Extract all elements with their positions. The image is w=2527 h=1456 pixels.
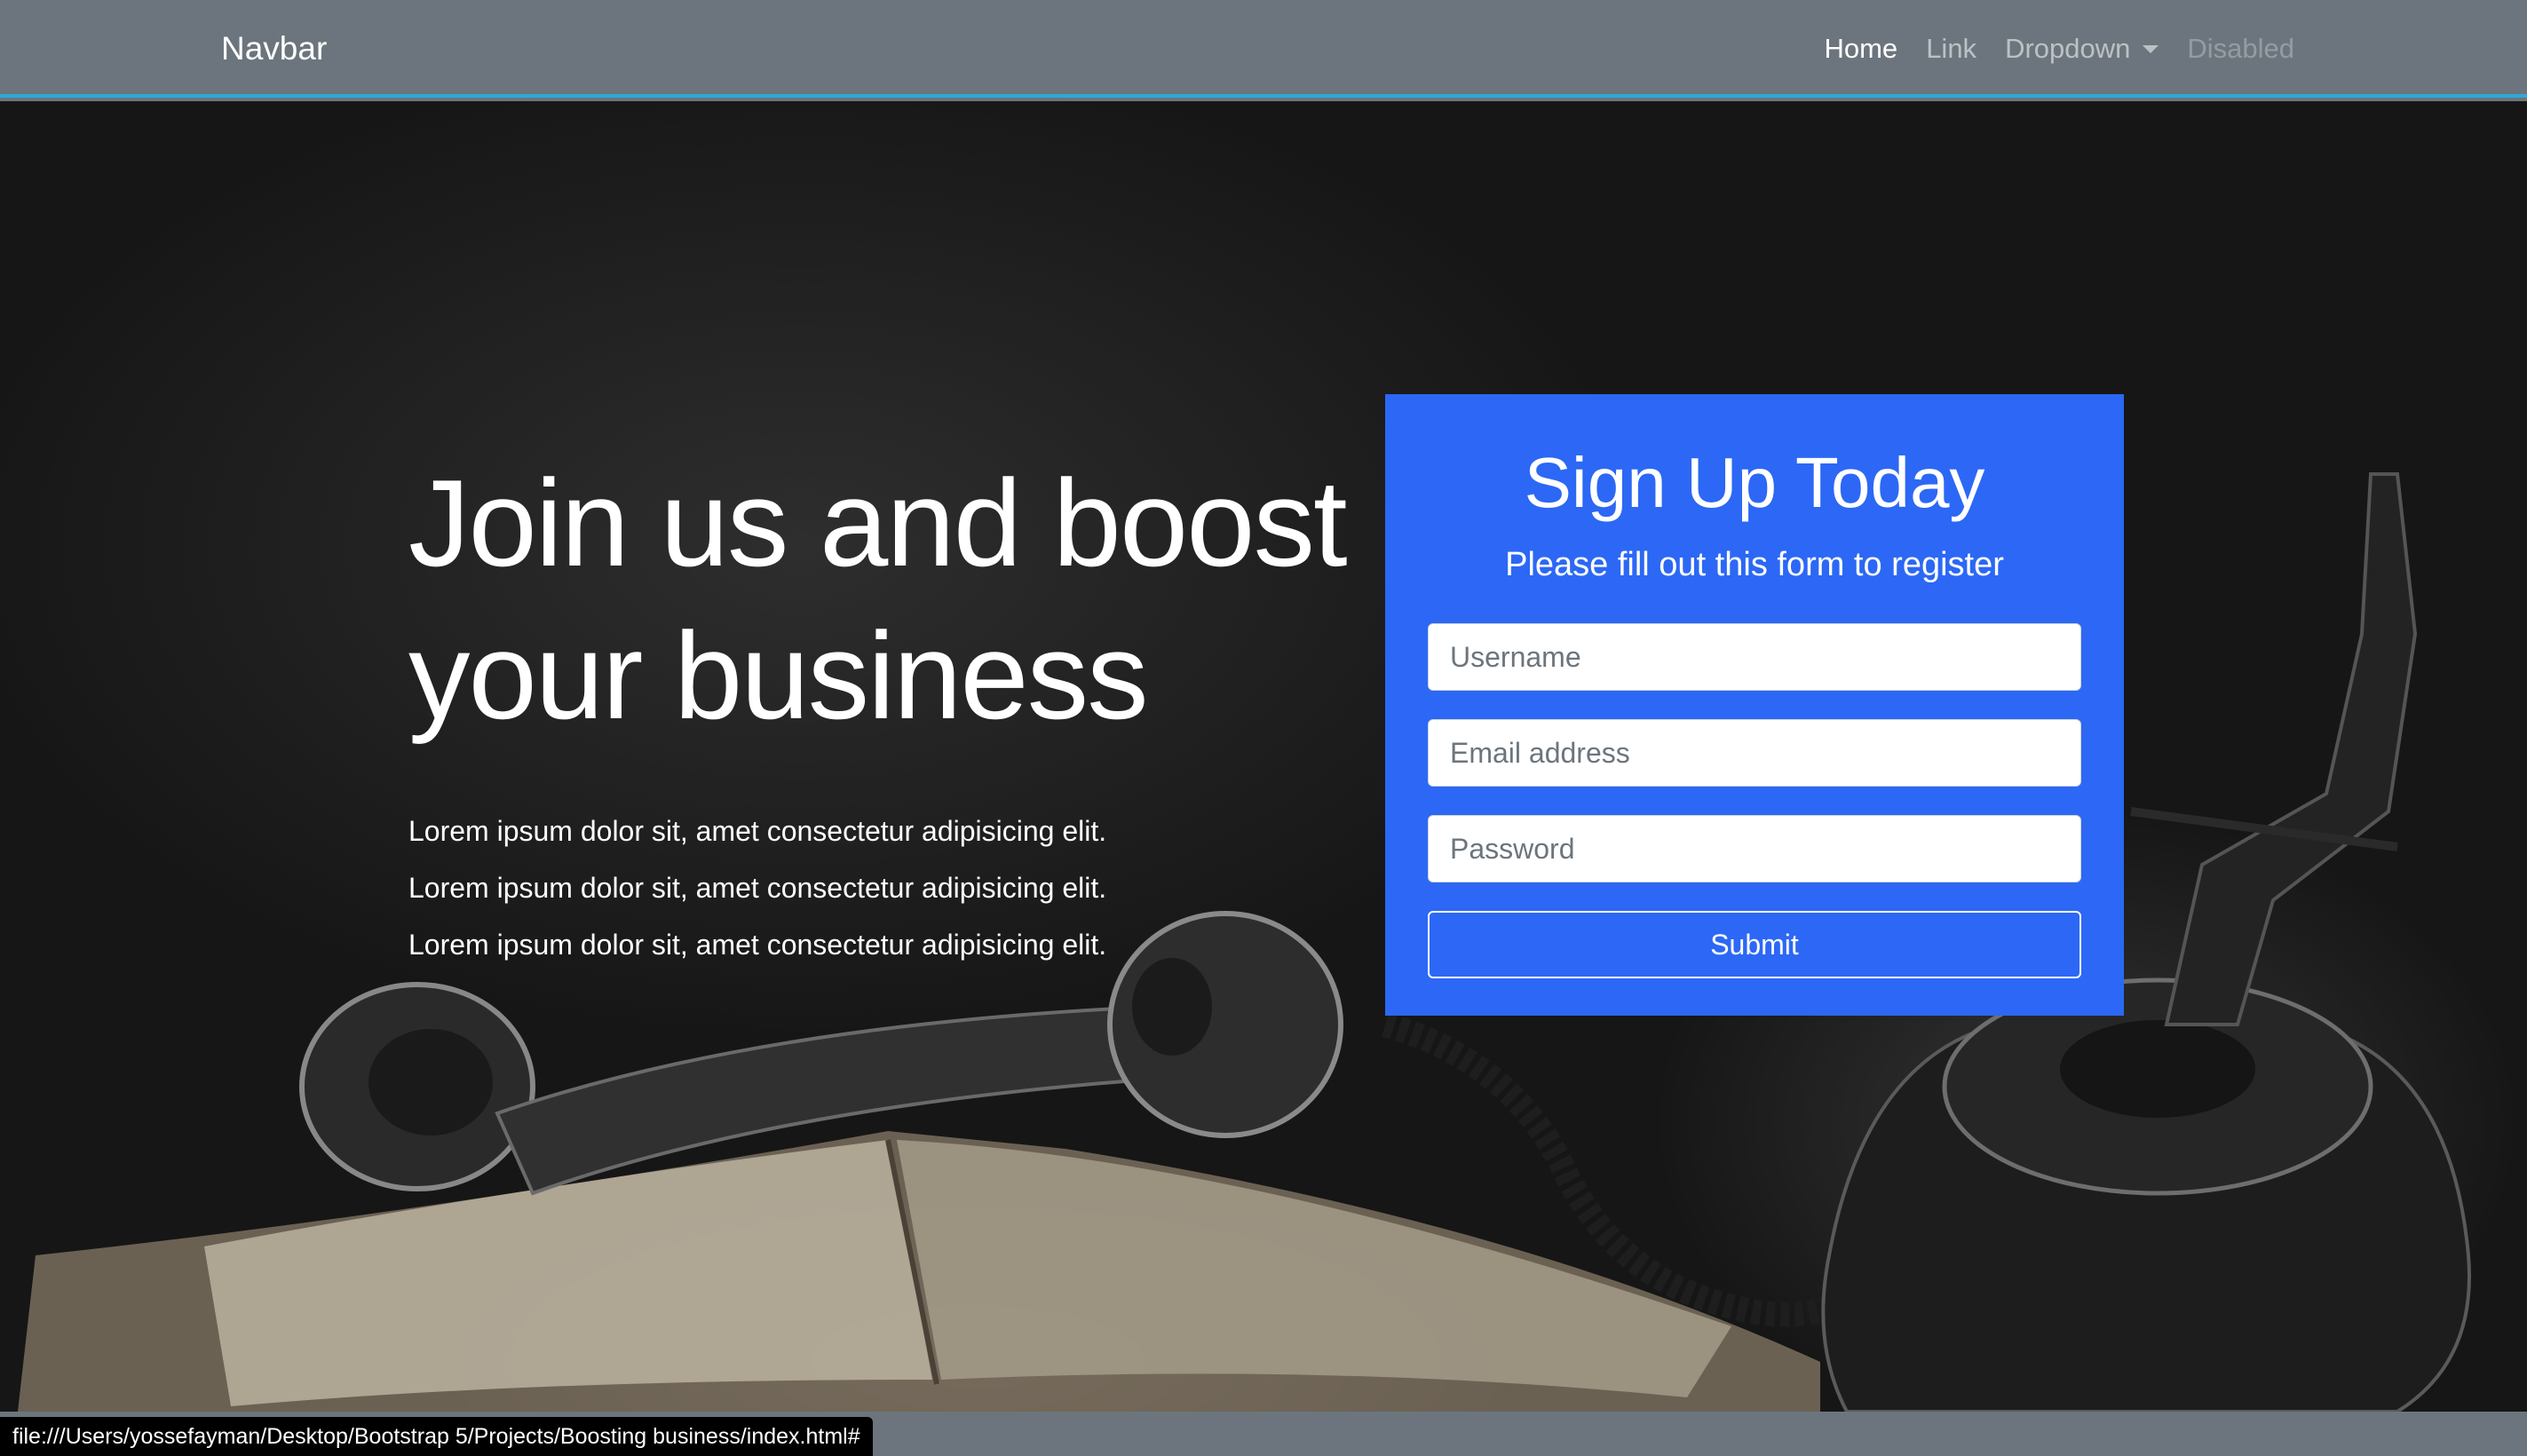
hero-line: Lorem ipsum dolor sit, amet consectetur … bbox=[408, 815, 1107, 847]
hero-title: Join us and boost your business bbox=[408, 447, 1367, 753]
nav-link-disabled: Disabled bbox=[2187, 33, 2294, 64]
hero-line: Lorem ipsum dolor sit, amet consectetur … bbox=[408, 872, 1107, 904]
hero-title-line-2: your business bbox=[408, 607, 1149, 745]
navbar-brand[interactable]: Navbar bbox=[221, 27, 327, 71]
nav-item-disabled: Disabled bbox=[2187, 27, 2294, 71]
hero-text: Join us and boost your business Lorem ip… bbox=[408, 447, 1367, 973]
username-input[interactable] bbox=[1428, 623, 2081, 691]
nav-item-dropdown: Dropdown bbox=[2005, 27, 2159, 71]
signup-form: Sign Up Today Please fill out this form … bbox=[1385, 394, 2124, 1016]
nav-item-home: Home bbox=[1824, 27, 1897, 71]
page: Navbar Home Link Dropdown Disabled Join … bbox=[0, 0, 2527, 1456]
password-input[interactable] bbox=[1428, 815, 2081, 882]
hero-description: Lorem ipsum dolor sit, amet consectetur … bbox=[408, 803, 1367, 973]
hero-title-line-1: Join us and boost bbox=[408, 455, 1348, 592]
email-input[interactable] bbox=[1428, 719, 2081, 787]
hero-line: Lorem ipsum dolor sit, amet consectetur … bbox=[408, 929, 1107, 961]
nav-links: Home Link Dropdown Disabled bbox=[1824, 27, 2294, 71]
caret-down-icon bbox=[2143, 44, 2159, 53]
nav-link-link[interactable]: Link bbox=[1926, 27, 1976, 71]
form-subtitle: Please fill out this form to register bbox=[1505, 546, 2004, 583]
nav-link-dropdown[interactable]: Dropdown bbox=[2005, 27, 2159, 71]
nav-item-link: Link bbox=[1926, 27, 1976, 71]
navbar: Navbar Home Link Dropdown Disabled bbox=[0, 0, 2527, 98]
nav-link-home[interactable]: Home bbox=[1824, 27, 1897, 71]
submit-button[interactable]: Submit bbox=[1428, 911, 2081, 978]
status-bar-url: file:///Users/yossefayman/Desktop/Bootst… bbox=[0, 1417, 873, 1456]
hero-section: Join us and boost your business Lorem ip… bbox=[0, 101, 2527, 1412]
dropdown-label: Dropdown bbox=[2005, 33, 2131, 64]
form-title: Sign Up Today bbox=[1524, 443, 1985, 522]
